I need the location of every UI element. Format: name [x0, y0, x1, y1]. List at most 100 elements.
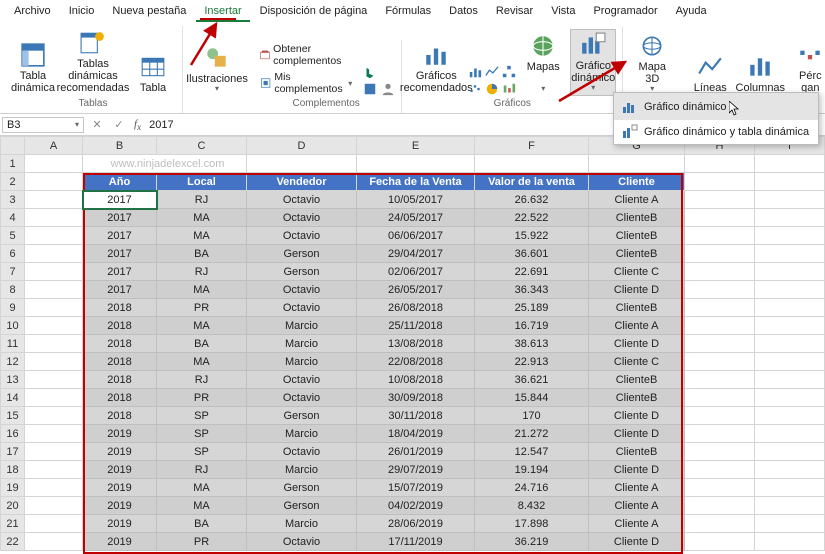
data-cell[interactable]: 2018: [83, 353, 157, 371]
table-button[interactable]: Tabla: [130, 52, 176, 96]
row-header[interactable]: 6: [1, 245, 25, 263]
cell[interactable]: [25, 407, 83, 425]
data-cell[interactable]: Marcio: [247, 353, 357, 371]
cell[interactable]: [755, 173, 825, 191]
menu-ayuda[interactable]: Ayuda: [668, 2, 715, 22]
data-cell[interactable]: 2019: [83, 497, 157, 515]
row-header[interactable]: 1: [1, 155, 25, 173]
data-cell[interactable]: 28/06/2019: [357, 515, 475, 533]
data-cell[interactable]: 2019: [83, 515, 157, 533]
cell[interactable]: [685, 479, 755, 497]
cell[interactable]: [755, 425, 825, 443]
cell[interactable]: [755, 299, 825, 317]
row-header[interactable]: 9: [1, 299, 25, 317]
menu-disposición-de-página[interactable]: Disposición de página: [252, 2, 376, 22]
data-cell[interactable]: 15/07/2019: [357, 479, 475, 497]
data-cell[interactable]: 2017: [83, 281, 157, 299]
data-cell[interactable]: Cliente D: [589, 461, 685, 479]
cell[interactable]: [755, 317, 825, 335]
data-cell[interactable]: 15.922: [475, 227, 589, 245]
data-cell[interactable]: 36.601: [475, 245, 589, 263]
table-header-cell[interactable]: Valor de la venta: [475, 173, 589, 191]
table-header-cell[interactable]: Vendedor: [247, 173, 357, 191]
data-cell[interactable]: RJ: [157, 263, 247, 281]
data-cell[interactable]: 170: [475, 407, 589, 425]
data-cell[interactable]: 19.194: [475, 461, 589, 479]
data-cell[interactable]: 10/08/2018: [357, 371, 475, 389]
data-cell[interactable]: Cliente A: [589, 317, 685, 335]
data-cell[interactable]: 2018: [83, 371, 157, 389]
cell[interactable]: [685, 209, 755, 227]
data-cell[interactable]: Octavio: [247, 209, 357, 227]
data-cell[interactable]: Marcio: [247, 335, 357, 353]
data-cell[interactable]: Gerson: [247, 245, 357, 263]
data-cell[interactable]: Cliente A: [589, 191, 685, 209]
data-cell[interactable]: MA: [157, 353, 247, 371]
data-cell[interactable]: ClienteB: [589, 443, 685, 461]
cell[interactable]: [685, 191, 755, 209]
data-cell[interactable]: ClienteB: [589, 227, 685, 245]
cell[interactable]: [685, 317, 755, 335]
data-cell[interactable]: Octavio: [247, 389, 357, 407]
cell[interactable]: [755, 281, 825, 299]
data-cell[interactable]: 24/05/2017: [357, 209, 475, 227]
data-cell[interactable]: PR: [157, 389, 247, 407]
data-cell[interactable]: 29/07/2019: [357, 461, 475, 479]
menu-vista[interactable]: Vista: [543, 2, 583, 22]
data-cell[interactable]: ClienteB: [589, 299, 685, 317]
data-cell[interactable]: 2019: [83, 443, 157, 461]
data-cell[interactable]: 26/05/2017: [357, 281, 475, 299]
table-header-cell[interactable]: Local: [157, 173, 247, 191]
data-cell[interactable]: 2018: [83, 317, 157, 335]
menu-fórmulas[interactable]: Fórmulas: [377, 2, 439, 22]
row-header[interactable]: 8: [1, 281, 25, 299]
data-cell[interactable]: Octavio: [247, 443, 357, 461]
illustrations-button[interactable]: Ilustraciones▾: [189, 43, 245, 96]
cell[interactable]: [25, 245, 83, 263]
data-cell[interactable]: MA: [157, 317, 247, 335]
cell[interactable]: [685, 299, 755, 317]
cell[interactable]: [755, 515, 825, 533]
data-cell[interactable]: 29/04/2017: [357, 245, 475, 263]
cell[interactable]: [755, 371, 825, 389]
data-cell[interactable]: 22.522: [475, 209, 589, 227]
data-cell[interactable]: Marcio: [247, 461, 357, 479]
data-cell[interactable]: 2019: [83, 479, 157, 497]
data-cell[interactable]: 2017: [83, 263, 157, 281]
data-cell[interactable]: 04/02/2019: [357, 497, 475, 515]
menu-nueva-pestaña[interactable]: Nueva pestaña: [104, 2, 194, 22]
data-cell[interactable]: 2018: [83, 299, 157, 317]
cell[interactable]: [475, 155, 589, 173]
table-header-cell[interactable]: Año: [83, 173, 157, 191]
recommended-pivot-button[interactable]: Tablas dinámicas recomendadas: [60, 28, 126, 96]
data-cell[interactable]: Gerson: [247, 263, 357, 281]
row-header[interactable]: 14: [1, 389, 25, 407]
data-cell[interactable]: PR: [157, 299, 247, 317]
enter-formula-button[interactable]: ✓: [108, 118, 130, 131]
cell[interactable]: [25, 263, 83, 281]
data-cell[interactable]: Cliente C: [589, 263, 685, 281]
col-header-D[interactable]: D: [247, 137, 357, 155]
dropdown-item-pivotchart-table[interactable]: Gráfico dinámico y tabla dinámica: [614, 120, 818, 144]
cell[interactable]: [755, 497, 825, 515]
cell[interactable]: [25, 515, 83, 533]
select-all-corner[interactable]: [1, 137, 25, 155]
data-cell[interactable]: 13/08/2018: [357, 335, 475, 353]
data-cell[interactable]: Cliente A: [589, 497, 685, 515]
data-cell[interactable]: Octavio: [247, 191, 357, 209]
data-cell[interactable]: 2018: [83, 389, 157, 407]
row-header[interactable]: 4: [1, 209, 25, 227]
name-box[interactable]: B3 ▾: [2, 117, 84, 133]
cell[interactable]: [25, 155, 83, 173]
data-cell[interactable]: 2017: [83, 191, 157, 209]
col-header-F[interactable]: F: [475, 137, 589, 155]
data-cell[interactable]: Marcio: [247, 317, 357, 335]
data-cell[interactable]: BA: [157, 515, 247, 533]
data-cell[interactable]: 25/11/2018: [357, 317, 475, 335]
pivot-chart-button[interactable]: Gráfico dinámico ▾: [570, 29, 616, 96]
data-cell[interactable]: 25.189: [475, 299, 589, 317]
cell[interactable]: [755, 407, 825, 425]
menu-programador[interactable]: Programador: [585, 2, 665, 22]
cell[interactable]: [25, 497, 83, 515]
data-cell[interactable]: ClienteB: [589, 245, 685, 263]
